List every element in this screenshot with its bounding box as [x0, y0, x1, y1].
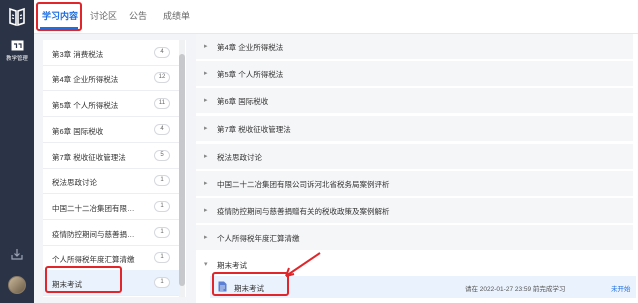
tab-gradebook[interactable]: 成绩单: [163, 9, 190, 22]
list-item[interactable]: 第4章 企业所得税法 12: [43, 65, 179, 91]
count-badge: 1: [154, 201, 170, 212]
highlight-box-final-exam: [45, 266, 122, 293]
rail-item-teaching-management[interactable]: 教学管理: [0, 36, 34, 70]
chevron-right-icon: ▸: [204, 207, 208, 214]
list-item[interactable]: 疫情防控期间与慈善捐… 1: [43, 220, 179, 246]
chapter-row[interactable]: ▸ 税法思政讨论: [196, 144, 633, 169]
download-icon[interactable]: [11, 248, 23, 260]
annotation-arrow-icon: [285, 252, 321, 277]
chapter-row[interactable]: ▸ 疫情防控期间与慈善捐赠有关的税收政策及案例解析: [196, 198, 633, 223]
chapter-row[interactable]: ▸ 个人所得税年度汇算清缴: [196, 225, 633, 250]
chevron-right-icon: ▸: [204, 97, 208, 104]
chapter-title: 个人所得税年度汇算清缴: [217, 234, 300, 243]
tab-discussion[interactable]: 讨论区: [90, 9, 117, 22]
chapter-title: 第4章 企业所得税法: [217, 43, 284, 52]
chevron-right-icon: ▸: [204, 180, 208, 187]
count-badge: 1: [154, 227, 170, 238]
chapter-title: 期末考试: [217, 261, 247, 270]
list-item-label: 个人所得税年度汇算清缴: [52, 255, 135, 264]
list-item-label: 疫情防控期间与慈善捐…: [52, 230, 135, 239]
chapter-title: 疫情防控期间与慈善捐赠有关的税收政策及案例解析: [217, 207, 390, 216]
chevron-right-icon: ▸: [204, 234, 208, 241]
teaching-management-icon: [11, 40, 23, 51]
list-item[interactable]: 第7章 税收征收管理法 5: [43, 143, 179, 169]
count-badge: 4: [154, 124, 170, 135]
chapter-row[interactable]: ▸ 第7章 税收征收管理法: [196, 116, 633, 141]
deadline-text: 请在 2022-01-27 23:59 前完成学习: [465, 286, 566, 293]
chevron-down-icon: ▾: [204, 261, 208, 268]
list-item-label: 中国二十二冶集团有限…: [52, 204, 135, 213]
chapter-row[interactable]: ▸ 中国二十二冶集团有限公司诉河北省税务局案例评析: [196, 171, 633, 196]
list-item-label: 第6章 国际税收: [52, 127, 104, 136]
highlight-box-content-item: [212, 272, 289, 296]
chapter-row[interactable]: ▸ 第4章 企业所得税法: [196, 34, 633, 59]
left-rail: 教学管理: [0, 0, 34, 303]
count-badge: 4: [154, 47, 170, 58]
chevron-right-icon: ▸: [204, 70, 208, 77]
chapter-title: 第7章 税收征收管理法: [217, 125, 291, 134]
highlight-box-tab: [36, 2, 82, 31]
chapter-row[interactable]: ▸ 第6章 国际税收: [196, 88, 633, 113]
avatar[interactable]: [8, 276, 26, 294]
chevron-right-icon: ▸: [204, 153, 208, 160]
chevron-right-icon: ▸: [204, 125, 208, 132]
list-item-label: 税法思政讨论: [52, 178, 97, 187]
list-item[interactable]: 中国二十二冶集团有限… 1: [43, 194, 179, 220]
chapter-title: 税法思政讨论: [217, 153, 262, 162]
count-badge: 1: [154, 252, 170, 263]
chevron-right-icon: ▸: [204, 43, 208, 50]
count-badge: 12: [154, 72, 170, 83]
app-logo-icon: [9, 7, 25, 27]
chapter-title: 第6章 国际税收: [217, 97, 269, 106]
chapter-title: 第5章 个人所得税法: [217, 70, 284, 79]
rail-item-label: 教学管理: [6, 56, 28, 62]
chapter-title: 中国二十二冶集团有限公司诉河北省税务局案例评析: [217, 180, 390, 189]
status-badge: 未开始: [611, 286, 631, 293]
count-badge: 1: [154, 175, 170, 186]
count-badge: 11: [154, 98, 170, 109]
list-item-label: 第4章 企业所得税法: [52, 75, 119, 84]
tab-announcements[interactable]: 公告: [129, 9, 147, 22]
chapter-row[interactable]: ▸ 第5章 个人所得税法: [196, 61, 633, 86]
list-item[interactable]: 第5章 个人所得税法 11: [43, 91, 179, 117]
list-item[interactable]: 税法思政讨论 1: [43, 168, 179, 194]
list-item[interactable]: 第3章 消费税法 4: [43, 40, 179, 66]
list-item-label: 第3章 消费税法: [52, 50, 104, 59]
count-badge: 1: [154, 277, 170, 288]
chapter-list: 第3章 消费税法 4 第4章 企业所得税法 12 第5章 个人所得税法 11 第…: [43, 40, 186, 297]
list-scrollbar-thumb[interactable]: [179, 54, 185, 286]
count-badge: 5: [154, 150, 170, 161]
list-item[interactable]: 第6章 国际税收 4: [43, 117, 179, 143]
list-item-label: 第5章 个人所得税法: [52, 101, 119, 110]
tab-bar: 学习内容 讨论区 公告 成绩单: [34, 0, 638, 34]
chapter-content: ▸ 第4章 企业所得税法 ▸ 第5章 个人所得税法 ▸ 第6章 国际税收 ▸ 第…: [196, 34, 638, 303]
list-item-label: 第7章 税收征收管理法: [52, 153, 126, 162]
